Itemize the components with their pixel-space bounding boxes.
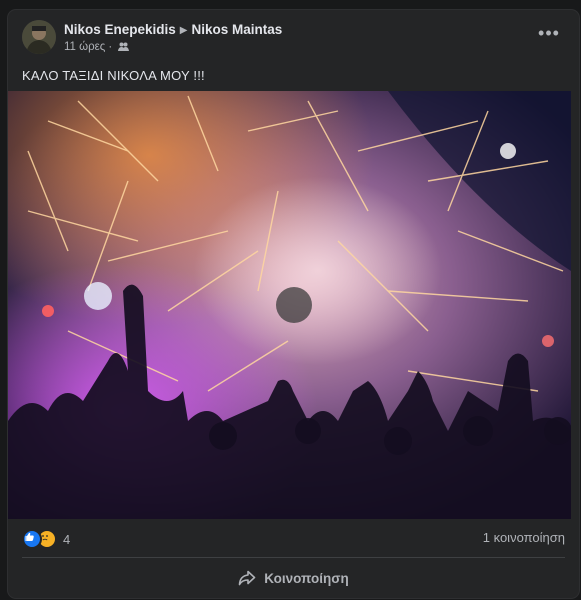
- reaction-count: 4: [63, 531, 71, 547]
- share-button[interactable]: Κοινοποίηση: [22, 563, 565, 593]
- triangle-right-icon: ▶: [179, 25, 188, 36]
- meta-separator: ·: [108, 41, 113, 53]
- video-play-button[interactable]: [276, 287, 312, 323]
- share-button-label: Κοινοποίηση: [264, 570, 349, 586]
- post-video[interactable]: [8, 91, 571, 519]
- post-meta: 11 ώρες ·: [64, 41, 130, 53]
- action-divider: [22, 557, 565, 558]
- recipient-name[interactable]: Nikos Maintas: [192, 22, 283, 37]
- reactions-summary[interactable]: 4: [22, 528, 70, 550]
- post-timestamp[interactable]: 11 ώρες: [64, 41, 105, 53]
- friends-icon[interactable]: [115, 41, 130, 53]
- post-text: ΚΑΛΟ ΤΑΞΙΔΙ ΝΙΚΟΛΑ ΜΟΥ !!!: [22, 68, 205, 83]
- post-author-line: Nikos Enepekidis ▶ Nikos Maintas: [64, 22, 282, 37]
- author-name[interactable]: Nikos Enepekidis: [64, 22, 176, 37]
- share-arrow-icon: [238, 570, 256, 586]
- post-card: Nikos Enepekidis ▶ Nikos Maintas 11 ώρες · …: [8, 10, 579, 598]
- share-count[interactable]: 1 κοινοποίηση: [483, 530, 565, 545]
- post-header: Nikos Enepekidis ▶ Nikos Maintas 11 ώρες · …: [8, 10, 579, 66]
- author-avatar[interactable]: [22, 20, 56, 54]
- like-icon: [22, 529, 42, 549]
- more-options-icon[interactable]: •••: [535, 24, 563, 46]
